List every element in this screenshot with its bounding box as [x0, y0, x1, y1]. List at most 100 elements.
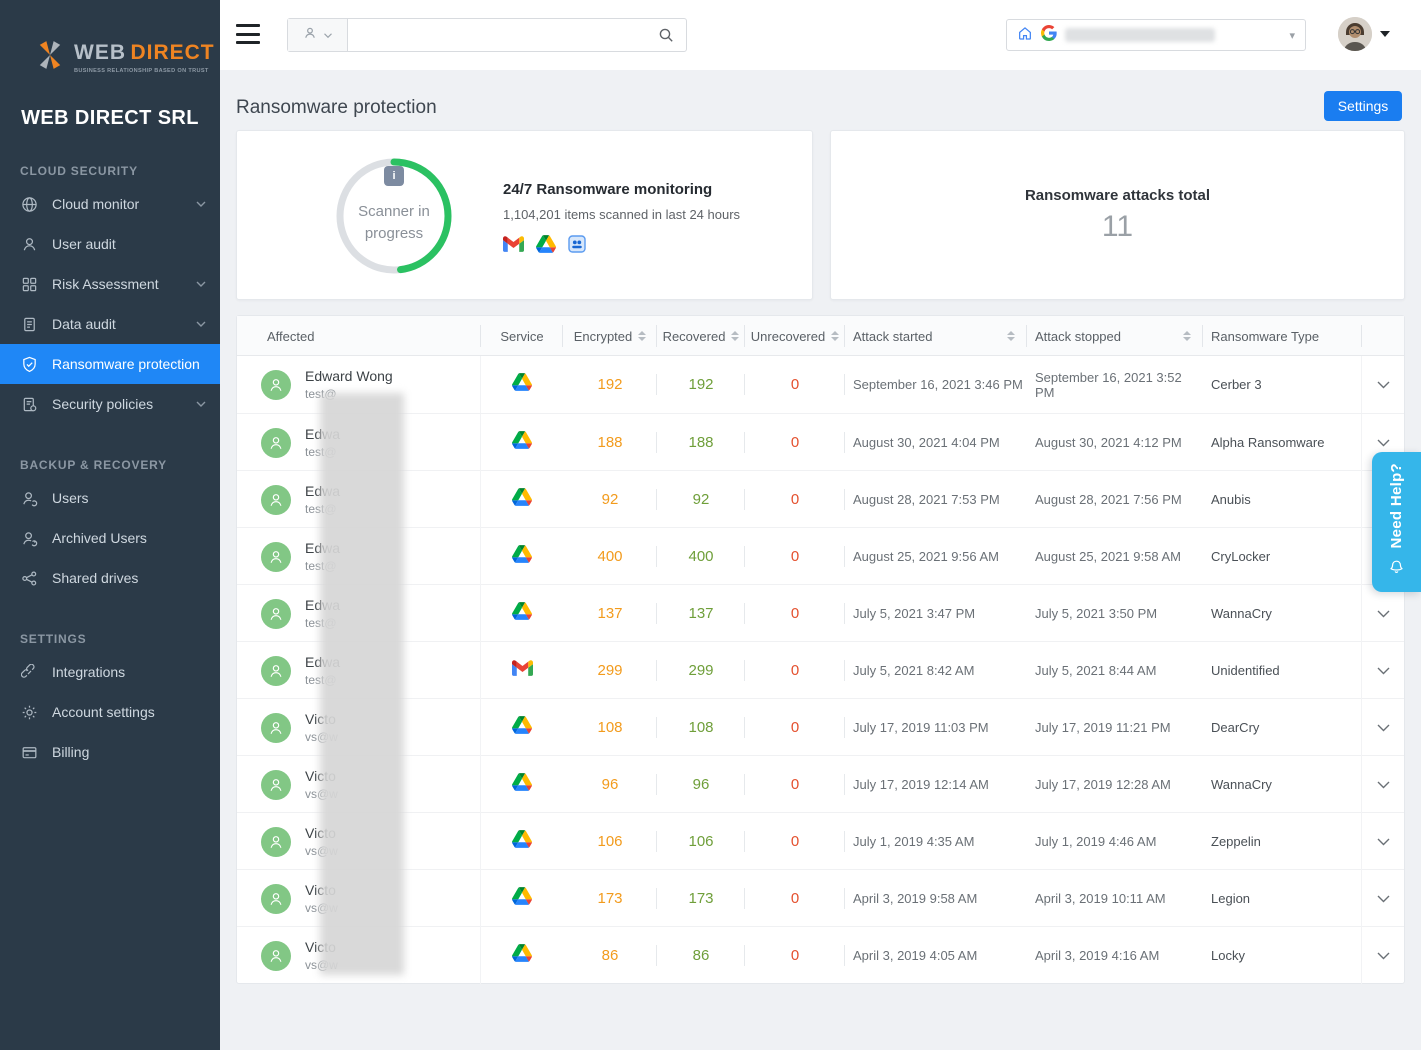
sidebar-item-integrations[interactable]: Integrations	[0, 652, 220, 692]
attack-started-date: July 1, 2019 4:35 AM	[845, 813, 1027, 870]
caret-down-icon[interactable]	[1380, 31, 1390, 37]
search-input[interactable]	[348, 19, 646, 51]
search-icon[interactable]	[646, 19, 686, 51]
user-avatar-icon	[261, 884, 291, 914]
user-avatar-icon	[261, 485, 291, 515]
sidebar-item-security-policies[interactable]: Security policies	[0, 384, 220, 424]
column-header-ransomware-type[interactable]: Ransomware Type	[1203, 316, 1362, 356]
user-avatar-icon	[261, 941, 291, 971]
service-cell	[481, 585, 563, 642]
expand-row-chevron-icon[interactable]	[1362, 870, 1404, 927]
brand-word-web: WEB	[74, 41, 126, 64]
attack-started-date: April 3, 2019 9:58 AM	[845, 870, 1027, 927]
ransomware-type: WannaCry	[1203, 756, 1362, 813]
expand-row-chevron-icon[interactable]	[1362, 585, 1404, 642]
sidebar-item-risk-assessment[interactable]: Risk Assessment	[0, 264, 220, 304]
google-drive-icon	[512, 887, 532, 910]
sidebar-item-account-settings[interactable]: Account settings	[0, 692, 220, 732]
table-row[interactable]: Edwa test@ 400 400 0 August 25, 2021 9:5…	[237, 527, 1404, 584]
table-row[interactable]: Victo vs@w 86 86 0 April 3, 2019 4:05 AM…	[237, 926, 1404, 983]
table-row[interactable]: Edwa test@ 188 188 0 August 30, 2021 4:0…	[237, 413, 1404, 470]
encrypted-count: 92	[563, 471, 657, 528]
unrecovered-count: 0	[745, 642, 845, 699]
settings-button[interactable]: Settings	[1324, 91, 1402, 121]
user-avatar-icon	[261, 656, 291, 686]
table-row[interactable]: Victo vs@w 96 96 0 July 17, 2019 12:14 A…	[237, 755, 1404, 812]
attack-started-date: July 17, 2019 11:03 PM	[845, 699, 1027, 756]
expand-row-chevron-icon[interactable]	[1362, 699, 1404, 756]
sidebar-item-cloud-monitor[interactable]: Cloud monitor	[0, 184, 220, 224]
encrypted-count: 86	[563, 927, 657, 984]
attack-stopped-date: August 25, 2021 9:58 AM	[1027, 528, 1203, 585]
monitoring-title: 24/7 Ransomware monitoring	[503, 181, 740, 198]
sort-icon[interactable]	[831, 331, 839, 341]
sidebar-item-users[interactable]: Users	[0, 478, 220, 518]
sidebar-item-archived-users[interactable]: Archived Users	[0, 518, 220, 558]
attacks-total-title: Ransomware attacks total	[1025, 187, 1210, 204]
need-help-tab[interactable]: Need Help?	[1372, 452, 1421, 592]
user-avatar-icon	[261, 599, 291, 629]
grid-icon	[20, 275, 38, 293]
unrecovered-count: 0	[745, 471, 845, 528]
expand-row-chevron-icon[interactable]	[1362, 356, 1404, 413]
column-header-affected[interactable]: Affected	[237, 316, 481, 356]
table-row[interactable]: Victo vs@w 108 108 0 July 17, 2019 11:03…	[237, 698, 1404, 755]
table-row[interactable]: Edwa test@ 92 92 0 August 28, 2021 7:53 …	[237, 470, 1404, 527]
unrecovered-count: 0	[745, 870, 845, 927]
user-restore-icon	[20, 489, 38, 507]
table-row[interactable]: Edward Wong test@ 192 192 0 September 16…	[237, 356, 1404, 413]
recovered-count: 137	[657, 585, 745, 642]
encrypted-count: 173	[563, 870, 657, 927]
unrecovered-count: 0	[745, 699, 845, 756]
sort-icon[interactable]	[731, 331, 739, 341]
attacks-total-value: 11	[1102, 210, 1133, 244]
column-header-encrypted[interactable]: Encrypted	[563, 316, 657, 356]
user-menu[interactable]	[1338, 17, 1390, 51]
monitoring-card: Scanner in progress i 24/7 Ransomware mo…	[236, 130, 813, 300]
search-category-dropdown[interactable]	[288, 19, 348, 51]
need-help-label: Need Help?	[1388, 463, 1405, 549]
expand-row-chevron-icon[interactable]	[1362, 813, 1404, 870]
sidebar-item-shared-drives[interactable]: Shared drives	[0, 558, 220, 598]
scanner-progress-ring: Scanner in progress i	[334, 156, 454, 276]
user-avatar[interactable]	[1338, 17, 1372, 51]
table-row[interactable]: Edwa test@ 299 299 0 July 5, 2021 8:42 A…	[237, 641, 1404, 698]
menu-toggle-button[interactable]	[236, 24, 260, 44]
sort-icon[interactable]	[1007, 331, 1015, 341]
recovered-count: 96	[657, 756, 745, 813]
encrypted-count: 299	[563, 642, 657, 699]
column-header-recovered[interactable]: Recovered	[657, 316, 745, 356]
link-icon	[20, 663, 38, 681]
sort-icon[interactable]	[1183, 331, 1191, 341]
share-icon	[20, 569, 38, 587]
column-header-unrecovered[interactable]: Unrecovered	[745, 316, 845, 356]
attack-started-date: August 25, 2021 9:56 AM	[845, 528, 1027, 585]
domain-selector[interactable]: ▾	[1006, 19, 1306, 51]
sidebar-item-user-audit[interactable]: User audit	[0, 224, 220, 264]
user-avatar-icon	[261, 827, 291, 857]
attacks-table: Affected Service Encrypted Recovered Unr…	[236, 315, 1405, 984]
brand-logo[interactable]: WEB DIRECT BUSINESS RELATIONSHIP BASED O…	[0, 0, 220, 77]
unrecovered-count: 0	[745, 585, 845, 642]
recovered-count: 192	[657, 356, 745, 413]
table-row[interactable]: Edwa test@ 137 137 0 July 5, 2021 3:47 P…	[237, 584, 1404, 641]
ransomware-type: Zeppelin	[1203, 813, 1362, 870]
user-avatar-icon	[261, 370, 291, 400]
table-row[interactable]: Victo vs@w 106 106 0 July 1, 2019 4:35 A…	[237, 812, 1404, 869]
table-row[interactable]: Victo vs@w 173 173 0 April 3, 2019 9:58 …	[237, 869, 1404, 926]
globe-icon	[20, 195, 38, 213]
sidebar-item-billing[interactable]: Billing	[0, 732, 220, 772]
sort-icon[interactable]	[638, 331, 646, 341]
google-drive-icon	[512, 602, 532, 625]
expand-row-chevron-icon[interactable]	[1362, 642, 1404, 699]
column-header-attack-stopped[interactable]: Attack stopped	[1027, 316, 1203, 356]
column-header-service[interactable]: Service	[481, 316, 563, 356]
encrypted-count: 192	[563, 356, 657, 413]
expand-row-chevron-icon[interactable]	[1362, 927, 1404, 984]
expand-row-chevron-icon[interactable]	[1362, 756, 1404, 813]
sidebar-item-data-audit[interactable]: Data audit	[0, 304, 220, 344]
sidebar-item-ransomware-protection[interactable]: Ransomware protection	[0, 344, 220, 384]
column-header-attack-started[interactable]: Attack started	[845, 316, 1027, 356]
google-drive-icon	[512, 488, 532, 511]
info-icon[interactable]: i	[384, 166, 404, 186]
